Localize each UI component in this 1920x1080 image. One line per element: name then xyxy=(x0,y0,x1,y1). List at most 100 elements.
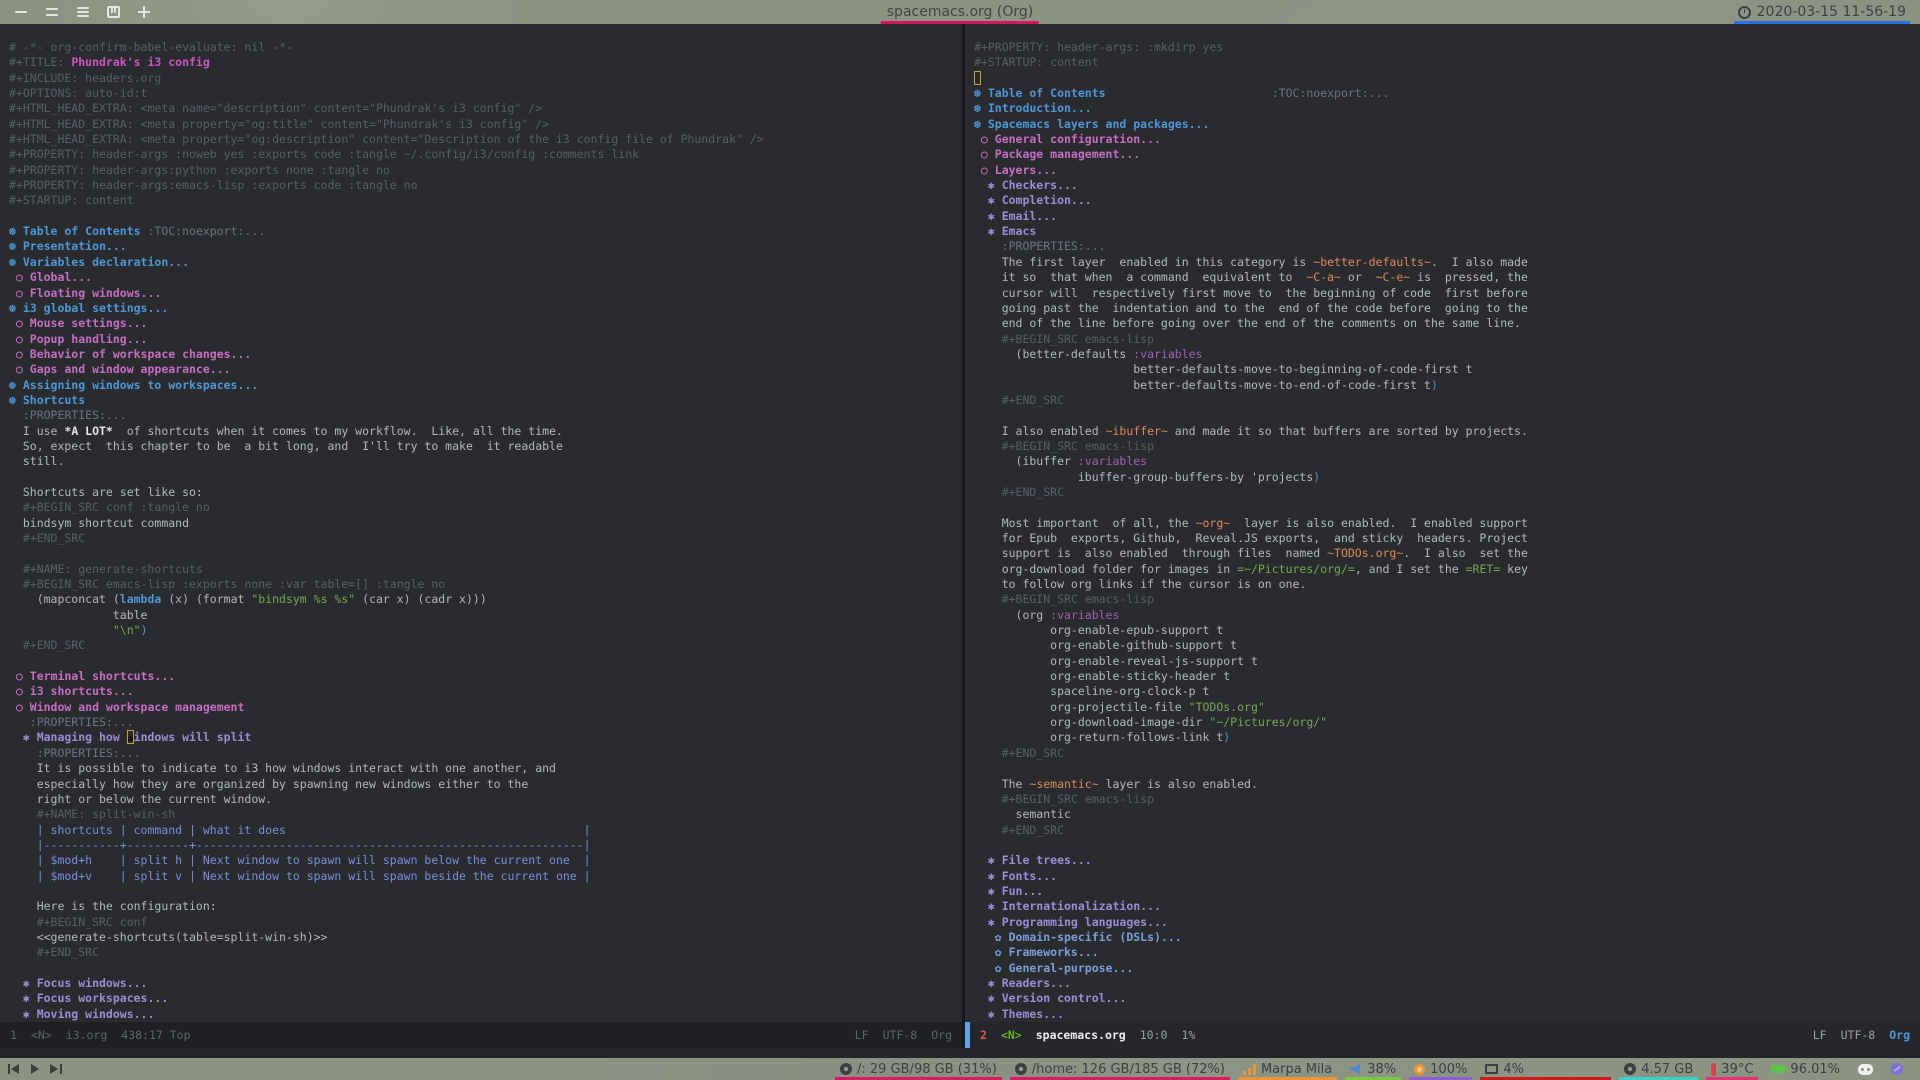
buffer-line: Here is the configuration: xyxy=(9,899,217,914)
previous-track-icon[interactable] xyxy=(8,1064,20,1074)
buffer-line: going past the indentation and to the en… xyxy=(974,300,1528,315)
text-cursor xyxy=(974,70,981,85)
major-mode: Org xyxy=(1889,1028,1910,1042)
volume-value: 38% xyxy=(1367,1061,1397,1077)
right-buffer-text[interactable]: #+PROPERTY: header-args: :mkdirp yes #+ST… xyxy=(965,24,1920,1022)
buffer-line: ✿ General-purpose... xyxy=(974,960,1134,975)
buffer-line: #+BEGIN_SRC emacs-lisp xyxy=(974,592,1155,607)
buffer-line: ○ General configuration... xyxy=(974,132,1161,147)
buffer-line: ✱ Internationalization... xyxy=(974,899,1161,914)
buffer-line: (org :variables xyxy=(974,607,1120,622)
buffer-line xyxy=(974,761,1920,776)
buffer-line: org-return-follows-link t) xyxy=(974,730,1231,745)
left-modeline: 1 <N> i3.org 438:17 Top LF UTF-8 Org xyxy=(0,1022,962,1048)
buffer-line: The ~semantic~ layer is also enabled. xyxy=(974,776,1258,791)
evil-state: <N> xyxy=(30,1028,52,1042)
brightness-icon xyxy=(1414,1063,1426,1075)
buffer-line: support is also enabled through files na… xyxy=(974,546,1528,561)
buffer-line: end of the line before going over the en… xyxy=(974,316,1521,331)
buffer-line: #+END_SRC xyxy=(9,945,100,960)
buffer-line: #+STARTUP: content xyxy=(9,193,134,208)
add-workspace-icon[interactable] xyxy=(137,6,151,18)
buffer-line: ✱ Focus workspaces... xyxy=(9,991,169,1006)
left-buffer-text[interactable]: # -*- org-confirm-babel-evaluate: nil -*… xyxy=(0,24,962,1022)
buffer-line: #+PROPERTY: header-args: :mkdirp yes xyxy=(974,40,1224,54)
buffer-line: ○ Mouse settings... xyxy=(9,316,148,331)
cpu-value: 4% xyxy=(1503,1061,1524,1077)
brightness-value: 100% xyxy=(1430,1061,1468,1077)
buffer-line: So, expect this chapter to be a bit long… xyxy=(9,438,563,453)
buffer-line: ⊛ Shortcuts xyxy=(9,392,86,407)
buffer-line: ○ i3 shortcuts... xyxy=(9,684,134,699)
buffer-line: #+PROPERTY: header-args:python :exports … xyxy=(9,162,390,177)
buffer-line: ✱ Email... xyxy=(974,208,1058,223)
memory-module: 4.57 GB xyxy=(1615,1058,1702,1080)
temperature-module: 39°C xyxy=(1702,1058,1762,1080)
buffer-line xyxy=(9,209,962,224)
disk-root-value: /: 29 GB/98 GB (31%) xyxy=(857,1061,997,1077)
buffer-line: #+BEGIN_SRC emacs-lisp :exports none :va… xyxy=(9,577,446,592)
disk-root-module: /: 29 GB/98 GB (31%) xyxy=(831,1058,1006,1080)
buffer-line: still. xyxy=(9,454,65,469)
buffer-line: I also enabled ~ibuffer~ and made it so … xyxy=(974,423,1528,438)
buffer-line: #+END_SRC xyxy=(9,531,86,545)
buffer-line: #+HTML_HEAD_EXTRA: <meta name="descripti… xyxy=(9,101,543,116)
buffer-line xyxy=(9,654,962,669)
disk-home-value: /home: 126 GB/185 GB (72%) xyxy=(1031,1061,1225,1077)
next-track-icon[interactable] xyxy=(50,1064,62,1074)
buffer-line xyxy=(974,408,1920,423)
buffer-line: org-enable-sticky-header t xyxy=(974,669,1231,684)
right-window: #+PROPERTY: header-args: :mkdirp yes #+ST… xyxy=(965,24,1920,1048)
buffer-line: #+END_SRC xyxy=(974,822,1065,837)
status-modules: /: 29 GB/98 GB (31%) /home: 126 GB/185 GB… xyxy=(831,1058,1920,1080)
buffer-line: "\n") xyxy=(112,623,148,638)
buffer-line: #+INCLUDE: headers.org xyxy=(9,70,162,85)
workspace-icon-three[interactable] xyxy=(76,6,90,18)
buffer-line: ○ Floating windows... xyxy=(9,285,162,300)
buffer-line: ✱ Readers... xyxy=(974,975,1071,990)
memory-value: 4.57 GB xyxy=(1641,1061,1694,1077)
clock-module: 2020-03-15 11-56-19 xyxy=(1733,0,1910,24)
temperature-value: 39°C xyxy=(1721,1061,1754,1077)
eol-indicator: LF xyxy=(1812,1028,1827,1042)
disk-root-icon xyxy=(840,1063,852,1075)
workspace-icon-two[interactable] xyxy=(45,6,59,18)
buffer-line: #+HTML_HEAD_EXTRA: <meta property="og:de… xyxy=(9,132,764,147)
major-mode: Org xyxy=(931,1028,952,1042)
buffer-line: #+NAME: generate-shortcuts xyxy=(9,561,203,576)
scroll-percent: 1% xyxy=(1181,1028,1196,1042)
buffer-line: ⊛ Table of Contents :TOC:noexport:... xyxy=(974,86,1390,101)
cpu-graph: _ _ _ _ _ _ _ _ xyxy=(1528,1063,1607,1075)
play-icon[interactable] xyxy=(29,1064,41,1074)
buffer-line: #+HTML_HEAD_EXTRA: <meta property="og:ti… xyxy=(9,116,550,131)
workspace-icon-four[interactable] xyxy=(107,6,120,18)
bottom-bar: /: 29 GB/98 GB (31%) /home: 126 GB/185 GB… xyxy=(0,1058,1920,1080)
left-window: # -*- org-confirm-babel-evaluate: nil -*… xyxy=(0,24,962,1048)
buffer-line: The first layer enabled in this category… xyxy=(974,254,1528,269)
buffer-line xyxy=(974,500,1920,515)
buffer-line: ✱ Checkers... xyxy=(974,178,1078,193)
battery-value: 96.01% xyxy=(1790,1061,1840,1077)
buffer-line: ⊛ Assigning windows to workspaces... xyxy=(9,377,259,392)
workspace-icon-one[interactable] xyxy=(14,6,28,18)
emacs-frame: # -*- org-confirm-babel-evaluate: nil -*… xyxy=(0,24,1920,1058)
buffer-line: #+PROPERTY: header-args :noweb yes :expo… xyxy=(9,147,640,162)
buffer-line: ○ Window and workspace management xyxy=(9,699,245,714)
buffer-line xyxy=(9,546,962,561)
media-controls xyxy=(0,1064,62,1074)
cursor-position: 10:0 xyxy=(1139,1028,1168,1042)
discord-icon xyxy=(1858,1063,1873,1075)
battery-module: 96.01% xyxy=(1762,1058,1849,1080)
cpu-icon xyxy=(1485,1064,1499,1074)
buffer-line: #+OPTIONS: auto-id:t xyxy=(9,86,148,101)
buffer-line: ✱ Themes... xyxy=(974,1006,1065,1021)
buffer-line: |-----------+---------+-----------------… xyxy=(9,837,591,852)
buffer-line: #+END_SRC xyxy=(974,484,1065,499)
discord-module xyxy=(1849,1058,1882,1080)
buffer-line: :PROPERTIES:... xyxy=(9,745,141,760)
text-cursor: w xyxy=(126,730,134,745)
buffer-line: :PROPERTIES:... xyxy=(974,239,1106,254)
buffer-line: ✱ Version control... xyxy=(974,991,1127,1006)
buffer-line: ✿ Frameworks... xyxy=(974,945,1099,960)
buffer-line: (better-defaults :variables xyxy=(974,346,1203,361)
